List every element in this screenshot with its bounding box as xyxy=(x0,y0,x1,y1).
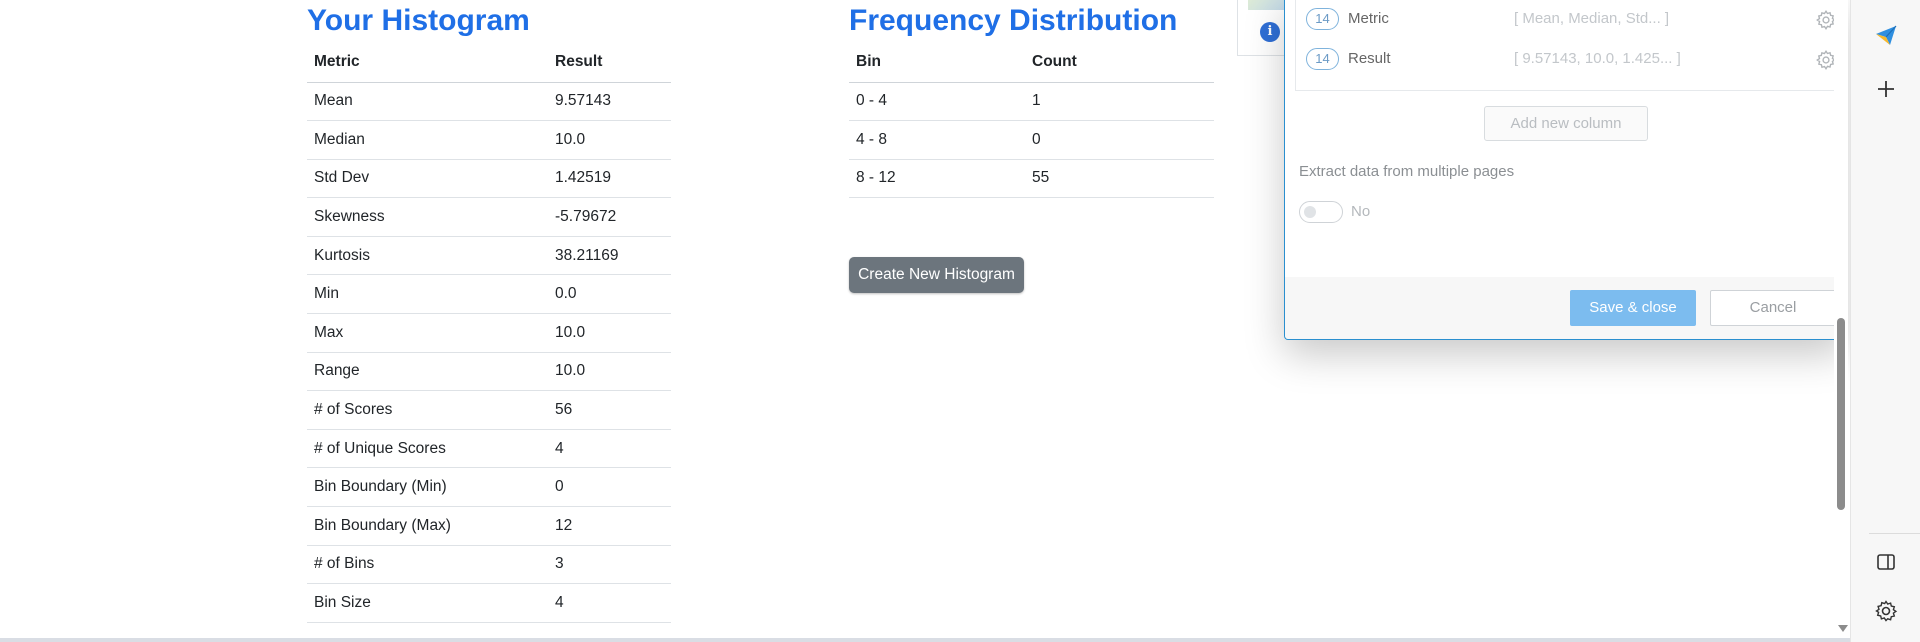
row-count-badge: 14 xyxy=(1306,8,1339,30)
create-new-histogram-button[interactable]: Create New Histogram xyxy=(849,257,1024,293)
cancel-button[interactable]: Cancel xyxy=(1710,290,1836,326)
row-label: Bin Boundary (Max) xyxy=(307,506,548,546)
histogram-title: Your Histogram xyxy=(307,4,530,37)
extract-multiple-pages-toggle[interactable] xyxy=(1299,201,1343,223)
send-icon[interactable] xyxy=(1871,20,1901,50)
row-label: Min xyxy=(307,274,548,315)
row-value: 1 xyxy=(1025,82,1214,122)
histogram-table: Metric Result Mean 9.57143 Median 10.0 Std D… xyxy=(307,42,671,623)
table-row: Min 0.0 xyxy=(307,274,671,315)
row-value: 3 xyxy=(548,545,671,585)
column-name: Metric xyxy=(1348,10,1389,27)
thumbnail-strip xyxy=(1248,0,1288,10)
column-preview: [ 9.57143, 10.0, 1.425... ] xyxy=(1514,50,1681,67)
column-list: 14 Metric [ Mean, Median, Std... ] 14 Re… xyxy=(1295,0,1838,91)
row-label: Median xyxy=(307,120,548,160)
table-row: # of Scores 56 xyxy=(307,390,671,430)
gear-icon[interactable] xyxy=(1871,596,1901,626)
row-value: 55 xyxy=(1025,159,1214,199)
row-value: 4 xyxy=(548,429,671,469)
table-row: Std Dev 1.42519 xyxy=(307,159,671,199)
table-row: Bin Boundary (Max) 12 xyxy=(307,506,671,546)
page-scrollbar[interactable] xyxy=(1834,0,1848,638)
row-label: Max xyxy=(307,313,548,353)
row-value: 9.57143 xyxy=(548,82,671,122)
row-label: Mean xyxy=(307,82,548,122)
row-label: Bin Size xyxy=(307,583,548,623)
column-name: Result xyxy=(1348,50,1391,67)
row-label: Bin Boundary (Min) xyxy=(307,467,548,508)
scrollbar-thumb[interactable] xyxy=(1837,318,1845,510)
row-label: 4 - 8 xyxy=(849,120,1025,160)
table-header-row: Bin Count xyxy=(849,42,1214,83)
column-header: Count xyxy=(1025,42,1214,83)
row-label: Kurtosis xyxy=(307,236,548,276)
row-value: 10.0 xyxy=(548,352,671,392)
table-row: Kurtosis 38.21169 xyxy=(307,236,671,276)
page: Your Histogram Metric Result Mean 9.57143… xyxy=(0,0,1848,638)
row-value: 4 xyxy=(548,583,671,623)
row-value: 10.0 xyxy=(548,120,671,160)
table-row: Skewness -5.79672 xyxy=(307,197,671,237)
table-row: Mean 9.57143 xyxy=(307,82,671,122)
table-row: Max 10.0 xyxy=(307,313,671,353)
info-icon[interactable]: i xyxy=(1260,22,1280,42)
scroll-down-arrow-icon[interactable] xyxy=(1838,625,1848,632)
extract-data-modal: 14 Metric [ Mean, Median, Std... ] 14 Re… xyxy=(1284,0,1846,340)
frequency-table: Bin Count 0 - 414 - 808 - 12 55 xyxy=(849,42,1214,199)
column-row-metric[interactable]: 14 Metric [ Mean, Median, Std... ] xyxy=(1306,8,1836,32)
row-label: 8 - 12 xyxy=(849,159,1025,199)
sidebar-panel-icon[interactable] xyxy=(1871,547,1901,577)
add-new-column-button[interactable]: Add new column xyxy=(1484,106,1648,141)
row-label: Skewness xyxy=(307,197,548,237)
row-label: Std Dev xyxy=(307,159,548,199)
column-header: Result xyxy=(548,42,671,83)
column-preview: [ Mean, Median, Std... ] xyxy=(1514,10,1670,27)
row-label: Range xyxy=(307,352,548,392)
row-value: 0.0 xyxy=(548,274,671,315)
row-value: 10.0 xyxy=(548,313,671,353)
row-label: # of Scores xyxy=(307,390,548,430)
row-value: 1.42519 xyxy=(548,159,671,199)
row-value: -5.79672 xyxy=(548,197,671,237)
table-row: # of Unique Scores 4 xyxy=(307,429,671,469)
column-row-result[interactable]: 14 Result [ 9.57143, 10.0, 1.425... ] xyxy=(1306,48,1836,72)
row-value: 38.21169 xyxy=(548,236,671,276)
extract-multiple-pages-label: Extract data from multiple pages xyxy=(1299,163,1515,180)
row-value: 56 xyxy=(548,390,671,430)
row-label: # of Unique Scores xyxy=(307,429,548,469)
frequency-title: Frequency Distribution xyxy=(849,4,1178,37)
column-header: Metric xyxy=(307,42,548,83)
plus-icon[interactable] xyxy=(1871,74,1901,104)
modal-footer: Save & close Cancel xyxy=(1285,277,1845,339)
table-row: Bin Boundary (Min) 0 xyxy=(307,467,671,508)
table-row: # of Bins 3 xyxy=(307,545,671,585)
table-row: Bin Size 4 xyxy=(307,583,671,623)
column-header: Bin xyxy=(849,42,1025,83)
bottom-edge xyxy=(0,638,1850,642)
table-row: 0 - 41 xyxy=(849,82,1214,122)
browser-sidebar xyxy=(1850,0,1920,642)
table-header-row: Metric Result xyxy=(307,42,671,83)
table-row: 8 - 12 55 xyxy=(849,159,1214,199)
row-label: # of Bins xyxy=(307,545,548,585)
save-and-close-button[interactable]: Save & close xyxy=(1570,290,1696,326)
sidebar-divider xyxy=(1869,533,1920,534)
row-label: 0 - 4 xyxy=(849,82,1025,122)
toggle-state-label: No xyxy=(1351,203,1371,220)
row-value: 0 xyxy=(1025,120,1214,160)
table-row: Range 10.0 xyxy=(307,352,671,392)
row-count-badge: 14 xyxy=(1306,48,1339,70)
toggle-knob xyxy=(1304,206,1316,218)
row-value: 0 xyxy=(548,467,671,508)
row-value: 12 xyxy=(548,506,671,546)
table-row: 4 - 80 xyxy=(849,120,1214,160)
table-row: Median 10.0 xyxy=(307,120,671,160)
